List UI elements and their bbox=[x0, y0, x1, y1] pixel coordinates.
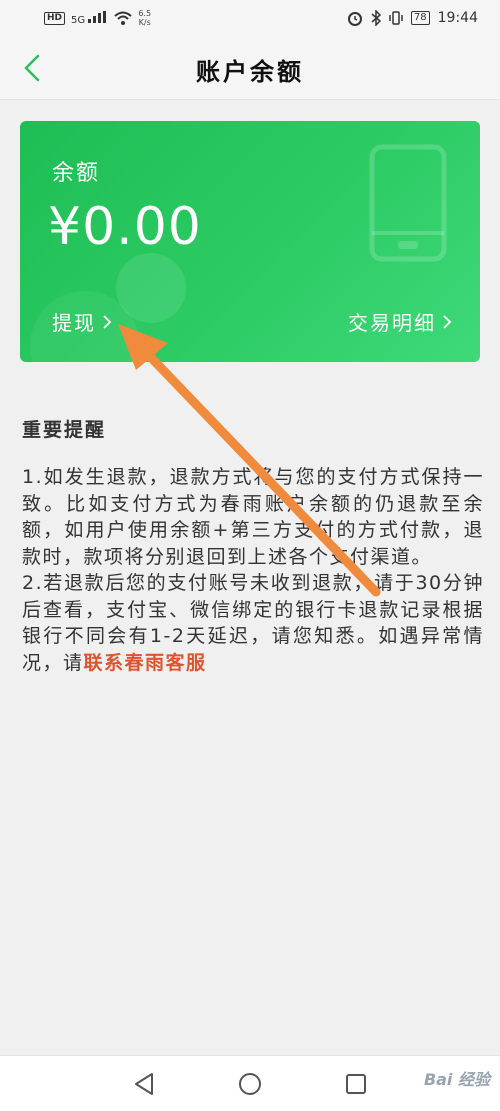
balance-amount: ¥0.00 bbox=[48, 197, 202, 257]
notice-body: 1.如发生退款，退款方式将与您的支付方式保持一致。比如支付方式为春雨账户余额的仍… bbox=[22, 464, 484, 676]
battery-icon: 78 bbox=[410, 11, 430, 25]
nav-bar: 账户余额 bbox=[0, 36, 500, 100]
signal-bars-icon bbox=[88, 10, 107, 23]
status-right: 78 19:44 bbox=[347, 10, 478, 26]
signal-icon: 5G bbox=[71, 10, 108, 26]
withdraw-button[interactable]: 提现 bbox=[52, 307, 112, 336]
balance-card: 余额 ¥0.00 提现 交易明细 bbox=[20, 121, 480, 362]
transaction-details-label: 交易明细 bbox=[348, 311, 436, 335]
circle-home-icon bbox=[239, 1073, 261, 1095]
notice-paragraph-2: 2.若退款后您的支付账号未收到退款，请于30分钟后查看，支付宝、微信绑定的银行卡… bbox=[22, 570, 484, 676]
card-decoration-circle bbox=[116, 253, 186, 323]
net-speed-unit: K/s bbox=[138, 18, 151, 27]
chevron-right-icon bbox=[103, 314, 112, 329]
bluetooth-icon bbox=[371, 10, 381, 26]
vibrate-icon bbox=[389, 11, 403, 25]
system-back-button[interactable] bbox=[130, 1070, 158, 1098]
status-time: 19:44 bbox=[437, 10, 478, 26]
system-home-button[interactable] bbox=[236, 1070, 264, 1098]
square-recent-icon bbox=[346, 1074, 366, 1094]
chevron-right-icon bbox=[443, 314, 452, 329]
status-bar: HD 5G 6.5 K/s 78 19:44 bbox=[0, 0, 500, 36]
phone-icon bbox=[369, 144, 447, 262]
signal-label: 5G bbox=[71, 14, 86, 26]
notice-title: 重要提醒 bbox=[22, 419, 107, 441]
withdraw-label: 提现 bbox=[52, 311, 96, 335]
system-recent-button[interactable] bbox=[342, 1070, 370, 1098]
status-left: HD 5G 6.5 K/s bbox=[44, 9, 151, 27]
baidu-watermark: Bai 经验 bbox=[423, 1070, 490, 1089]
balance-label: 余额 bbox=[52, 161, 101, 186]
notice-paragraph-1: 1.如发生退款，退款方式将与您的支付方式保持一致。比如支付方式为春雨账户余额的仍… bbox=[22, 466, 484, 568]
transaction-details-button[interactable]: 交易明细 bbox=[348, 307, 452, 336]
wifi-icon bbox=[114, 11, 132, 25]
net-speed-value: 6.5 bbox=[138, 9, 152, 18]
triangle-back-icon bbox=[135, 1073, 153, 1095]
hd-badge: HD bbox=[44, 11, 66, 25]
system-nav-bar: Bai 经验 bbox=[0, 1055, 500, 1111]
contact-support-link[interactable]: 联系春雨客服 bbox=[84, 652, 207, 674]
alarm-icon bbox=[347, 12, 362, 26]
net-speed: 6.5 K/s bbox=[138, 9, 151, 27]
page-title: 账户余额 bbox=[196, 58, 304, 86]
